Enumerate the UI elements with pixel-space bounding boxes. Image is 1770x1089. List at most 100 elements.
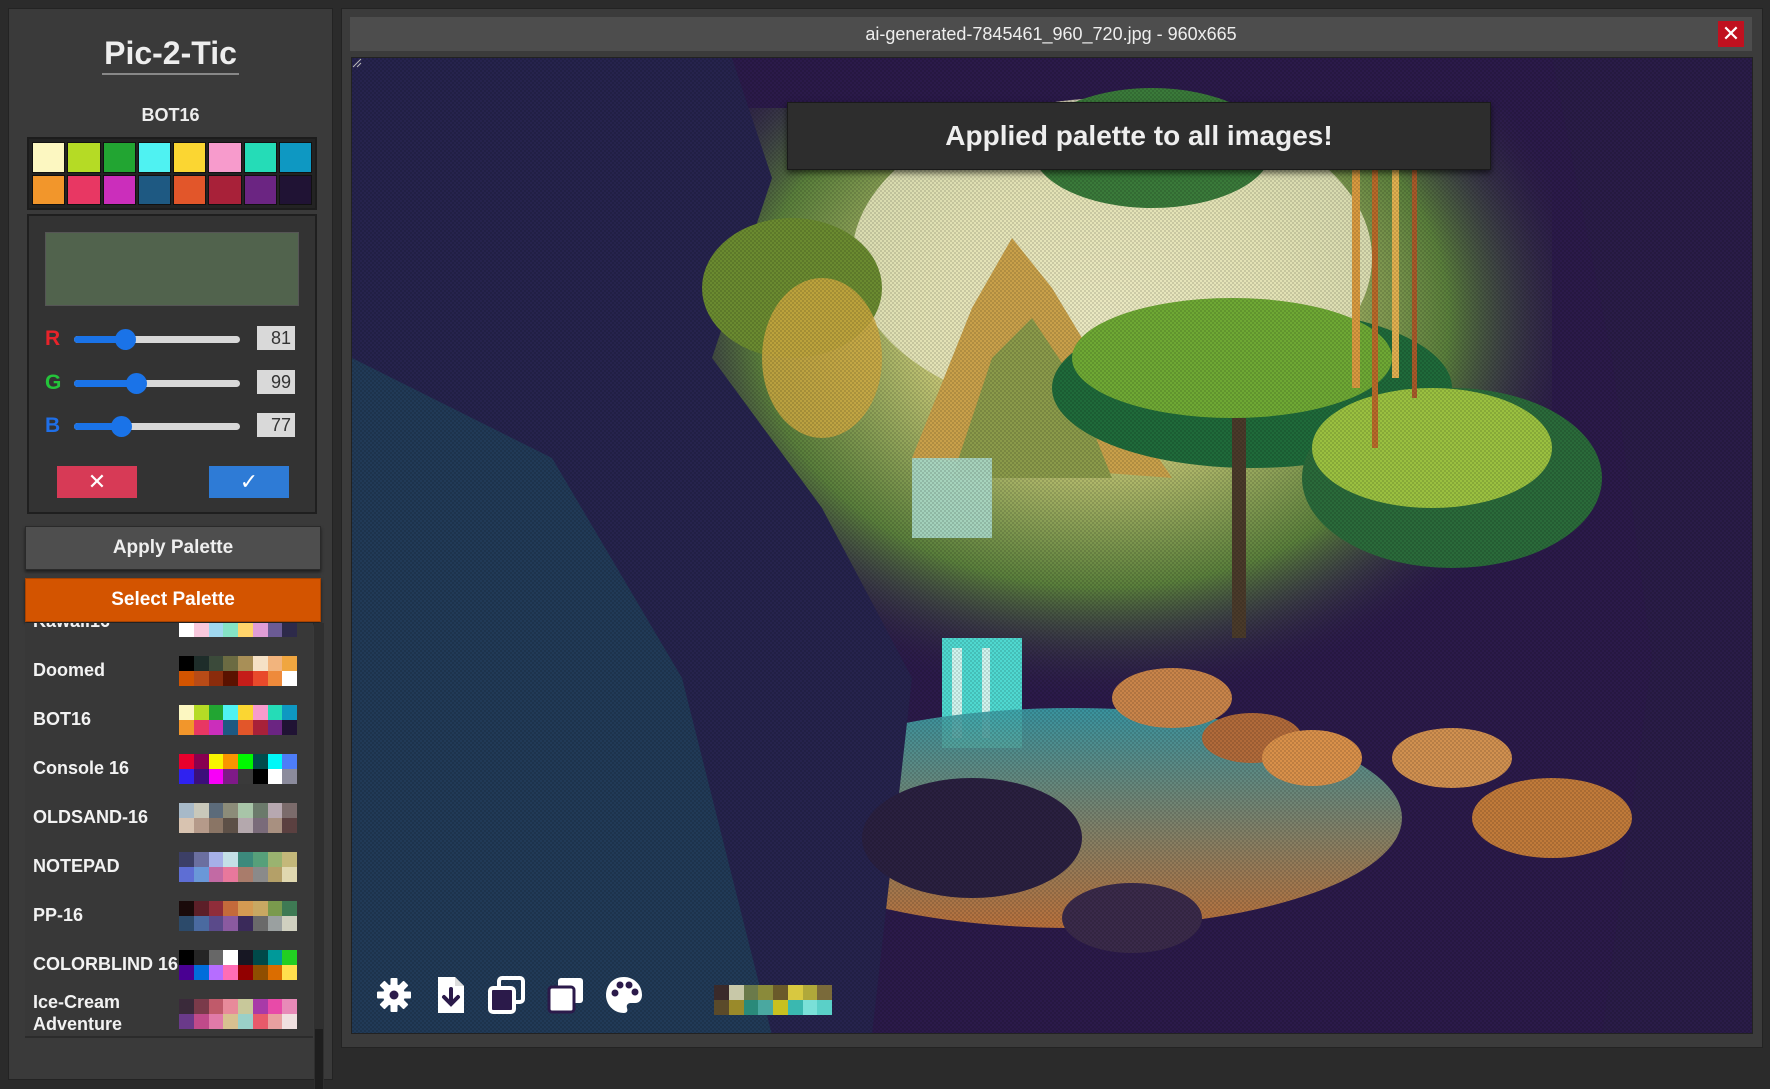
palette-list-swatch (282, 769, 297, 784)
palette-list-swatch (267, 1014, 283, 1029)
palette-swatch[interactable] (173, 142, 207, 173)
palette-list-swatch (223, 769, 238, 784)
palette-list-swatch (179, 965, 194, 980)
palette-list-item-name: BOT16 (33, 708, 92, 729)
palette-list-swatch (267, 901, 283, 916)
palette-swatch[interactable] (102, 174, 136, 205)
palette-swatch[interactable] (208, 174, 242, 205)
duplicate-icon[interactable] (544, 973, 588, 1017)
palette-list-swatch (208, 769, 224, 784)
palette-list-item[interactable]: Console 16 (25, 742, 313, 793)
palette-list-scrollbar[interactable] (314, 623, 324, 1089)
red-slider[interactable] (74, 329, 240, 350)
palette-swatch[interactable] (67, 174, 101, 205)
download-file-icon[interactable] (429, 973, 473, 1017)
palette-list-swatch (267, 916, 283, 931)
palette-swatch[interactable] (32, 142, 66, 173)
green-slider[interactable] (74, 373, 240, 394)
palette-list-item[interactable]: Ice-Cream Adventure (25, 987, 313, 1038)
image-canvas[interactable]: Applied palette to all images! (351, 57, 1753, 1034)
settings-gear-icon[interactable] (372, 973, 416, 1017)
palette-list-item[interactable]: OLDSAND-16 (25, 791, 313, 842)
green-value-input[interactable]: 99 (257, 370, 295, 394)
palette-swatch[interactable] (278, 174, 312, 205)
palette-swatch[interactable] (278, 142, 312, 173)
palette-list-swatch (223, 671, 238, 686)
palette-list-item[interactable]: BOT16 (25, 693, 313, 744)
resize-grip-icon[interactable] (352, 58, 362, 68)
cancel-color-button[interactable]: ✕ (57, 466, 137, 498)
palette-list-swatch (267, 818, 283, 833)
palette-list-item[interactable]: Kawaii16 (25, 623, 313, 646)
image-palette-swatch (743, 985, 759, 1000)
palette-list-swatch (223, 867, 238, 882)
red-value-input[interactable]: 81 (257, 326, 295, 350)
copy-icon[interactable] (485, 973, 529, 1017)
palette-list-swatch (238, 754, 253, 769)
palette-swatch[interactable] (208, 142, 242, 173)
blue-value-input[interactable]: 77 (257, 413, 295, 437)
palette-list-swatch (208, 803, 224, 818)
palette-list-item[interactable]: NOTEPAD (25, 840, 313, 891)
palette-list-item-name: Ice-Cream Adventure (33, 991, 123, 1034)
palette-list-item[interactable]: COLORBLIND 16 (25, 938, 313, 989)
palette-list-item-name: Doomed (33, 659, 105, 680)
palette-list-swatch (223, 720, 238, 735)
green-slider-handle[interactable] (126, 373, 148, 394)
palette-list-scroll-thumb[interactable] (315, 1029, 323, 1089)
image-palette-swatch (728, 1000, 744, 1015)
palette-list-swatch (267, 656, 283, 671)
palette-swatch[interactable] (102, 142, 136, 173)
palette-swatch[interactable] (32, 174, 66, 205)
palette-list-swatch (238, 965, 253, 980)
palette-list-swatch (193, 965, 209, 980)
green-slider-row: G 99 (45, 368, 305, 398)
image-palette-swatch (787, 985, 803, 1000)
palette-list-swatch (208, 965, 224, 980)
pixelated-jungle-image (352, 58, 1752, 1033)
palette-icon[interactable] (602, 973, 646, 1017)
palette-list-swatch (267, 950, 283, 965)
close-image-button[interactable]: ✕ (1718, 21, 1744, 47)
palette-list-swatch (282, 803, 297, 818)
palette-list-item-name: Console 16 (33, 757, 130, 778)
image-palette-swatch (773, 1000, 788, 1015)
palette-list-swatch (267, 671, 283, 686)
palette-swatch[interactable] (137, 142, 171, 173)
palette-list-swatch (252, 950, 268, 965)
palette-list-swatch (238, 916, 253, 931)
select-palette-button[interactable]: Select Palette (25, 578, 321, 622)
palette-list-swatch (179, 916, 194, 931)
palette-list-item-swatches (179, 852, 297, 882)
blue-slider-row: B 77 (45, 411, 305, 441)
palette-swatch[interactable] (243, 174, 277, 205)
image-palette-swatch (758, 985, 773, 1000)
palette-list-swatch (252, 916, 268, 931)
palette-list-swatch (208, 818, 224, 833)
palette-list-item-name: PP-16 (33, 904, 84, 925)
blue-slider-handle[interactable] (111, 416, 133, 437)
palette-list-item[interactable]: Doomed (25, 644, 313, 695)
image-palette-swatch (773, 985, 788, 1000)
palette-list-swatch (238, 671, 253, 686)
confirm-color-button[interactable]: ✓ (209, 466, 289, 498)
palette-list-swatch (238, 623, 253, 637)
apply-palette-button[interactable]: Apply Palette (25, 526, 321, 570)
palette-list-swatch (193, 623, 209, 637)
palette-swatch[interactable] (173, 174, 207, 205)
sidebar: Pic-2-Tic BOT16 R 81 G 99 B 77 ✕ ✓ Apply… (8, 8, 333, 1089)
palette-list-swatch (282, 705, 297, 720)
blue-slider[interactable] (74, 416, 240, 437)
palette-list-swatch (208, 901, 224, 916)
palette-list-item[interactable]: PP-16 (25, 889, 313, 940)
red-slider-handle[interactable] (114, 329, 136, 350)
palette-list-item-swatches (179, 656, 297, 686)
palette-swatch[interactable] (243, 142, 277, 173)
palette-list-swatch (193, 656, 209, 671)
palette-list-swatch (267, 999, 283, 1014)
palette-list-swatch (179, 818, 194, 833)
palette-list-swatch (267, 754, 283, 769)
palette-swatch[interactable] (137, 174, 171, 205)
image-palette-preview (714, 985, 832, 1015)
palette-swatch[interactable] (67, 142, 101, 173)
